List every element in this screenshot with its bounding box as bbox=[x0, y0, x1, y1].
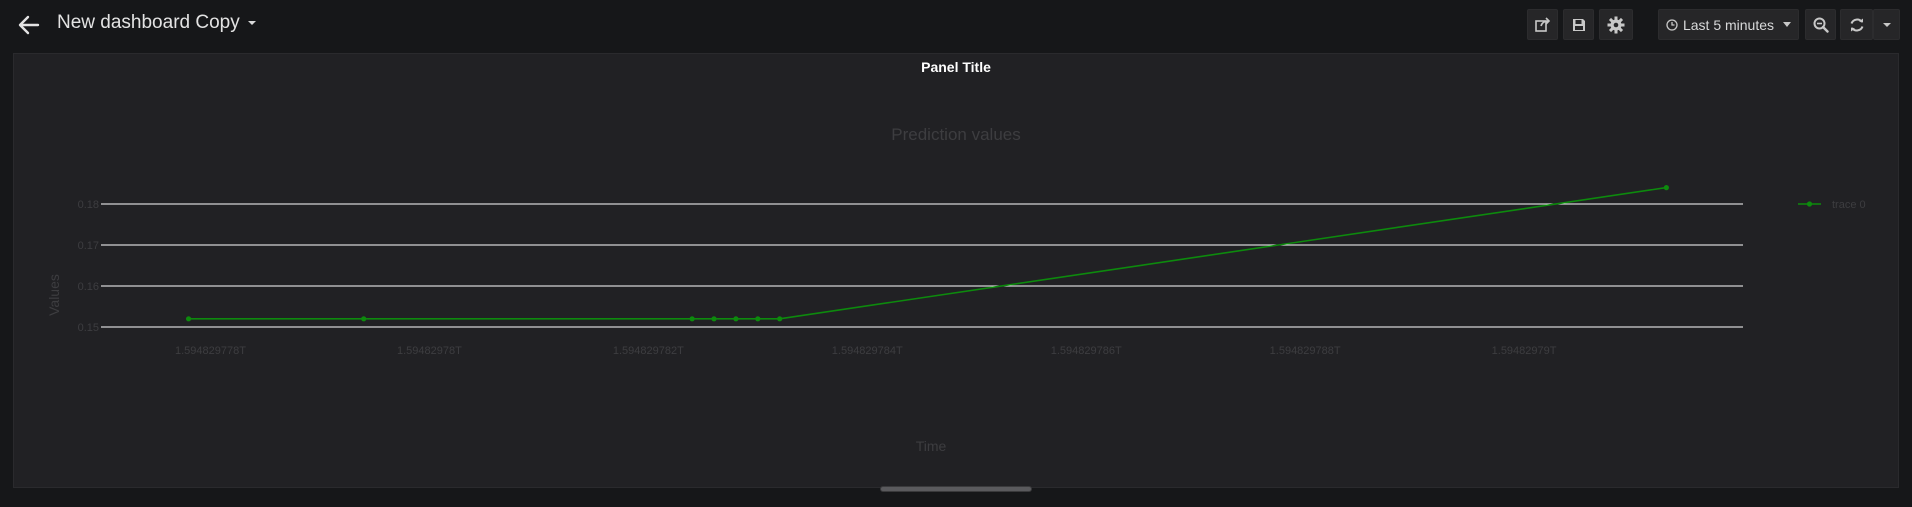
data-point bbox=[755, 316, 761, 322]
clock-icon bbox=[1666, 18, 1678, 31]
share-icon bbox=[1534, 17, 1550, 32]
legend-label: trace 0 bbox=[1832, 199, 1866, 211]
x-tick-label: 1.594829786T bbox=[1051, 345, 1122, 357]
x-tick-label: 1.59482979T bbox=[1492, 345, 1557, 357]
x-tick-label: 1.594829778T bbox=[175, 345, 246, 357]
back-button[interactable] bbox=[14, 10, 44, 40]
y-axis-label: Values bbox=[46, 274, 62, 316]
x-tick-label: 1.594829782T bbox=[613, 345, 684, 357]
zoom-out-icon bbox=[1813, 17, 1829, 33]
x-tick-label: 1.594829784T bbox=[832, 345, 903, 357]
y-tick-label: 0.16 bbox=[78, 281, 99, 293]
chart-title: Prediction values bbox=[891, 125, 1020, 144]
data-point bbox=[777, 316, 783, 322]
y-tick-label: 0.18 bbox=[78, 199, 99, 211]
x-tick-label: 1.594829788T bbox=[1270, 345, 1341, 357]
caret-down-icon bbox=[247, 20, 256, 25]
data-point bbox=[361, 316, 367, 322]
caret-down-icon bbox=[1783, 22, 1792, 27]
graph-panel: Panel Title Prediction values Time Value… bbox=[13, 53, 1899, 488]
refresh-icon bbox=[1850, 18, 1863, 31]
data-point bbox=[689, 316, 695, 322]
dashboard-title: New dashboard Copy bbox=[57, 12, 240, 33]
refresh-button[interactable] bbox=[1840, 9, 1873, 40]
dashboard-settings-button[interactable] bbox=[1599, 9, 1633, 40]
legend-swatch-point bbox=[1806, 201, 1813, 207]
series-line bbox=[188, 186, 1667, 320]
dashboard-navbar: New dashboard Copy Last 5 minutes bbox=[0, 0, 1912, 50]
zoom-out-button[interactable] bbox=[1805, 9, 1836, 40]
save-dashboard-button[interactable] bbox=[1563, 9, 1594, 40]
x-axis-label: Time bbox=[916, 438, 947, 454]
prediction-chart: Prediction values Time Values 0.15 0.16 0.… bbox=[46, 125, 1866, 454]
share-button[interactable] bbox=[1527, 9, 1558, 40]
time-range-label: Last 5 minutes bbox=[1682, 16, 1775, 33]
data-point bbox=[711, 316, 717, 322]
data-point bbox=[733, 316, 739, 322]
data-point bbox=[1663, 185, 1669, 191]
y-tick-label: 0.17 bbox=[78, 240, 99, 252]
arrow-left-icon bbox=[18, 15, 40, 35]
save-icon bbox=[1572, 18, 1585, 31]
y-tick-label: 0.15 bbox=[78, 322, 99, 334]
chevron-down-icon bbox=[1882, 22, 1891, 27]
time-range-picker[interactable]: Last 5 minutes bbox=[1658, 9, 1799, 40]
refresh-interval-dropdown[interactable] bbox=[1873, 9, 1900, 40]
dashboard-title-dropdown[interactable]: New dashboard Copy bbox=[57, 12, 256, 34]
panel-resize-scrollbar[interactable] bbox=[880, 486, 1032, 492]
gear-icon bbox=[1607, 16, 1625, 33]
x-tick-label: 1.59482978T bbox=[397, 345, 462, 357]
data-point bbox=[185, 316, 192, 322]
